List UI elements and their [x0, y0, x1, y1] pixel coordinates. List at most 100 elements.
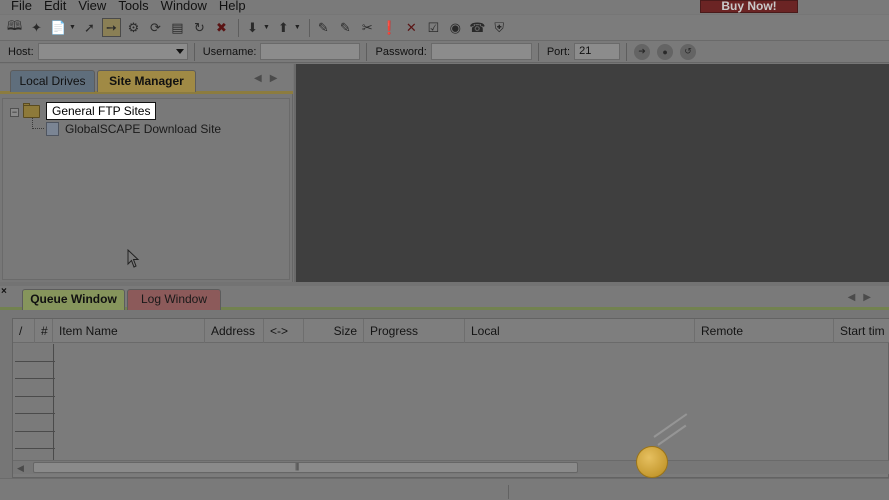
password-label: Password: [375, 45, 427, 58]
chevron-left-icon[interactable]: ◀ [848, 292, 864, 303]
properties-icon[interactable]: ✎ [314, 18, 333, 37]
column-header-progress[interactable]: Progress [364, 318, 465, 343]
status-separator [508, 485, 509, 499]
shield-icon[interactable]: ⛨ [490, 18, 509, 37]
column-header-address[interactable]: Address [205, 318, 264, 343]
globe-icon[interactable]: ◉ [446, 18, 465, 37]
column-header-direction[interactable]: <-> [264, 318, 304, 343]
new-site-icon[interactable]: 📄 [49, 18, 68, 37]
port-label: Port: [546, 45, 571, 58]
table-row[interactable] [15, 396, 55, 414]
queue-rows [15, 344, 55, 467]
support-icon[interactable]: ☎ [468, 18, 487, 37]
ftp-client-window: File Edit View Tools Window Help Buy Now… [0, 0, 889, 500]
password-input[interactable] [430, 43, 532, 60]
column-header-item-name[interactable]: Item Name [53, 318, 205, 343]
site-tree: − General FTP Sites GlobalSCAPE Download… [2, 98, 290, 280]
upload-icon[interactable]: ⬆ [274, 18, 293, 37]
transfer-icon[interactable]: ⚙ [124, 18, 143, 37]
edit-icon[interactable]: ✎ [336, 18, 355, 37]
stop-icon[interactable]: ✖ [212, 18, 231, 37]
chevron-right-icon[interactable]: ▶ [863, 292, 879, 303]
buy-now-button[interactable]: Buy Now! [700, 0, 798, 13]
folder-icon [23, 105, 40, 118]
scroll-left-icon[interactable]: ◀ [17, 463, 24, 474]
port-input[interactable]: 21 [574, 43, 621, 60]
tab-local-drives[interactable]: Local Drives [10, 70, 95, 92]
separator [626, 42, 628, 61]
toolbar-separator [237, 18, 239, 37]
connection-bar: Host: Username: Password: Port: 21 ➜ ● ↺ [0, 41, 889, 63]
host-input[interactable] [37, 43, 188, 60]
menu-edit[interactable]: Edit [38, 0, 72, 13]
scrollbar-thumb[interactable] [33, 462, 578, 473]
logo-icon [636, 446, 668, 478]
disconnect-icon[interactable]: ➙ [101, 18, 121, 37]
host-label: Host: [8, 45, 34, 58]
table-row[interactable] [15, 431, 55, 449]
open-icon[interactable]: 🕮 [5, 18, 24, 37]
menu-bar: File Edit View Tools Window Help Buy Now… [0, 0, 889, 14]
collapse-icon[interactable]: − [10, 108, 19, 117]
table-row[interactable] [15, 344, 55, 362]
quick-connect-icon[interactable]: ➜ [634, 43, 651, 60]
table-row[interactable] [15, 379, 55, 397]
server-icon[interactable]: ● [657, 43, 674, 60]
table-row[interactable] [15, 414, 55, 432]
menu-view[interactable]: View [72, 0, 112, 13]
queue-header: / # Item Name Address <-> Size Progress … [13, 318, 889, 343]
main-toolbar: 🕮 ✦ 📄 ▼ ➚ ➙ ⚙ ⟳ ▤ ↻ ✖ ⬇ ▼ ⬆ ▼ ✎ ✎ ✂ ❗ ✕ … [0, 15, 889, 41]
menu-file[interactable]: File [0, 0, 38, 13]
toolbar-separator [308, 18, 310, 37]
menu-tools[interactable]: Tools [112, 0, 154, 13]
close-icon[interactable]: × [1, 286, 7, 297]
chevron-left-icon[interactable]: ◀ [254, 73, 270, 84]
menu-help[interactable]: Help [213, 0, 252, 13]
chevron-down-icon[interactable]: ▼ [294, 24, 301, 31]
history-icon[interactable]: ↺ [680, 43, 697, 60]
tree-line [32, 128, 44, 129]
left-panel: Local Drives Site Manager ◀▶ − General F… [0, 64, 293, 282]
bottom-tabs: Queue Window Log Window ◀▶ [0, 286, 889, 310]
connect-icon[interactable]: ➚ [80, 18, 99, 37]
chevron-right-icon[interactable]: ▶ [270, 73, 286, 84]
site-icon [46, 122, 59, 136]
tab-scroll-arrows[interactable]: ◀▶ [848, 292, 879, 303]
notify-icon[interactable]: ❗ [380, 18, 399, 37]
tree-site-globalscape-download[interactable]: GlobalSCAPE Download Site [65, 121, 221, 137]
remote-panel [294, 64, 889, 282]
port-value: 21 [579, 45, 592, 57]
column-header-start-time[interactable]: Start tim [834, 319, 889, 343]
refresh-icon[interactable]: ↻ [190, 18, 209, 37]
column-header[interactable]: / [13, 318, 35, 343]
menu-window[interactable]: Window [155, 0, 213, 13]
tree-folder-general-ftp-sites[interactable]: General FTP Sites [46, 102, 157, 120]
tab-site-manager[interactable]: Site Manager [97, 70, 196, 92]
column-header-remote[interactable]: Remote [695, 318, 834, 343]
column-header-size[interactable]: Size [304, 318, 364, 343]
column-header[interactable]: # [35, 318, 53, 343]
chevron-down-icon[interactable]: ▼ [263, 24, 270, 31]
column-header-local[interactable]: Local [465, 318, 695, 343]
row-divider [53, 344, 54, 461]
archive-icon[interactable]: ▤ [168, 18, 187, 37]
scrollbar-grip-icon: ||| [295, 462, 299, 471]
chevron-down-icon[interactable]: ▼ [69, 24, 76, 31]
tab-queue-window[interactable]: Queue Window [22, 289, 125, 310]
tab-log-window[interactable]: Log Window [127, 289, 221, 310]
mouse-cursor-icon [127, 249, 140, 268]
watermark-logo [636, 413, 889, 478]
table-row[interactable] [15, 361, 55, 379]
chevron-down-icon[interactable] [175, 49, 184, 54]
username-input[interactable] [260, 43, 361, 60]
download-icon[interactable]: ⬇ [243, 18, 262, 37]
status-bar [0, 478, 889, 500]
cut-icon[interactable]: ✂ [358, 18, 377, 37]
tab-scroll-arrows[interactable]: ◀▶ [254, 73, 285, 84]
delete-icon[interactable]: ✕ [402, 18, 421, 37]
wand-icon[interactable]: ✦ [27, 18, 46, 37]
left-tabs: Local Drives Site Manager ◀▶ [0, 64, 293, 94]
sync-icon[interactable]: ⟳ [146, 18, 165, 37]
check-icon[interactable]: ☑ [424, 18, 443, 37]
username-label: Username: [202, 45, 257, 58]
